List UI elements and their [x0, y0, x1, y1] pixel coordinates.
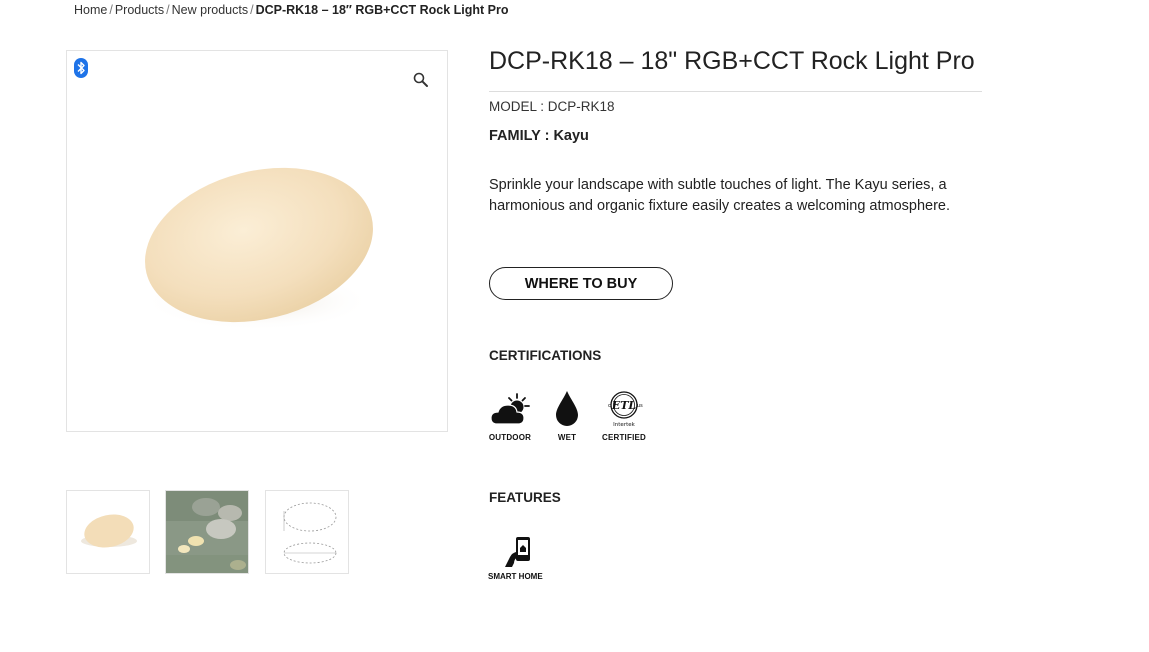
intertek-mark-text: Intertek: [613, 422, 635, 428]
etl-intertek-icon: c us ETL Intertek: [608, 391, 643, 428]
cert-outdoor-label: OUTDOOR: [488, 433, 532, 442]
features-heading: FEATURES: [489, 490, 561, 505]
breadcrumb-products-link[interactable]: Products: [115, 3, 164, 17]
where-to-buy-button[interactable]: WHERE TO BUY: [489, 267, 673, 300]
cert-certified-label: CERTIFIED: [601, 433, 647, 442]
certifications-heading: CERTIFICATIONS: [489, 348, 602, 363]
rock-light-image: [142, 167, 373, 331]
breadcrumb: Home / Products / New products / DCP-RK18 – 18…: [74, 3, 508, 17]
product-description: Sprinkle your landscape with subtle touc…: [489, 177, 951, 214]
dimension-drawing-thumbnail-image: [283, 502, 337, 564]
thumbnail-garden-scene[interactable]: [165, 490, 249, 574]
hand-phone-icon: [505, 537, 530, 567]
thumbnail-dimension-drawing[interactable]: [265, 490, 349, 574]
feature-smart-home: SMART HOME: [488, 535, 548, 581]
garden-scene-thumbnail-image: [166, 491, 248, 573]
cert-wet: WET: [541, 390, 593, 442]
product-main-image[interactable]: [66, 50, 448, 432]
magnifier-icon[interactable]: [412, 71, 430, 89]
breadcrumb-current: DCP-RK18 – 18″ RGB+CCT Rock Light Pro: [255, 3, 509, 17]
product-title: DCP-RK18 – 18" RGB+CCT Rock Light Pro: [489, 47, 975, 75]
cert-wet-label: WET: [557, 433, 577, 442]
breadcrumb-separator: /: [250, 3, 254, 17]
breadcrumb-new-products-link[interactable]: New products: [172, 3, 248, 17]
cloud-sun-icon: [490, 393, 530, 425]
cert-outdoor: OUTDOOR: [484, 390, 536, 442]
cert-certified: c us ETL Intertek CERTIFIED: [598, 390, 650, 442]
product-family: FAMILY : Kayu: [489, 128, 589, 144]
thumbnail-rock-light[interactable]: [66, 490, 150, 574]
breadcrumb-separator: /: [109, 3, 113, 17]
etl-mark-text: ETL: [611, 399, 637, 412]
svg-text:c: c: [608, 403, 611, 409]
breadcrumb-separator: /: [166, 3, 170, 17]
title-divider: [489, 91, 982, 92]
breadcrumb-home-link[interactable]: Home: [74, 3, 107, 17]
feature-smart-home-label: SMART HOME: [488, 572, 543, 581]
svg-text:us: us: [637, 403, 643, 409]
bluetooth-icon: [74, 58, 88, 78]
rock-light-thumbnail-image: [81, 514, 137, 548]
product-model: MODEL : DCP-RK18: [489, 99, 615, 114]
water-drop-icon: [556, 391, 578, 426]
